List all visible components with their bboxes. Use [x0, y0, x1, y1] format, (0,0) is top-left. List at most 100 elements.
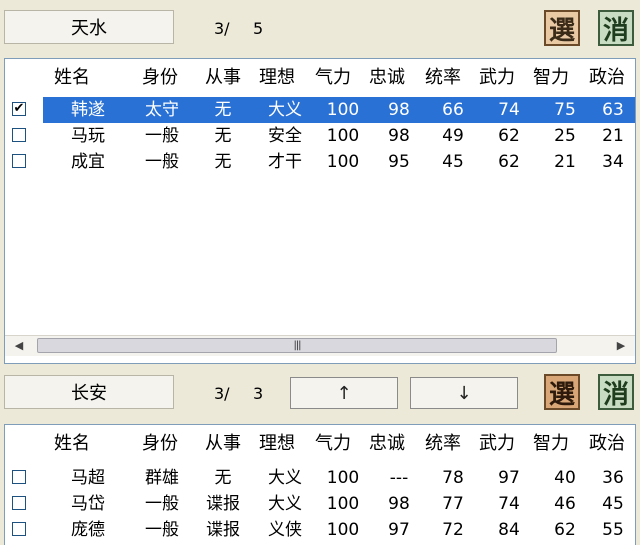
- cell-status: 群雄: [145, 468, 179, 488]
- cell-war: 62: [498, 152, 520, 172]
- cell-name: 马玩: [71, 126, 105, 146]
- cell-loyalty: ---: [389, 468, 409, 488]
- header-intelligence[interactable]: 智力: [525, 59, 577, 97]
- header-war[interactable]: 武力: [471, 59, 523, 97]
- cell-loyalty: 98: [388, 100, 410, 120]
- cell-name: 庞德: [71, 520, 105, 540]
- header-power[interactable]: 气力: [307, 59, 359, 97]
- cell-ideal: 大义: [268, 100, 302, 120]
- row-checkbox[interactable]: [12, 154, 26, 168]
- header-intelligence[interactable]: 智力: [525, 425, 577, 463]
- cell-leadership: 45: [442, 152, 464, 172]
- cell-intelligence: 40: [554, 468, 576, 488]
- header-status[interactable]: 身份: [131, 59, 189, 97]
- cell-politics: 36: [602, 468, 624, 488]
- table-row[interactable]: 马玩 一般 无 安全 100 98 49 62 25 21: [5, 123, 635, 149]
- cell-politics: 63: [602, 100, 624, 120]
- header-loyalty[interactable]: 忠诚: [361, 59, 413, 97]
- cell-leadership: 77: [442, 494, 464, 514]
- top-select-label: 選: [548, 15, 575, 46]
- header-politics[interactable]: 政治: [581, 425, 633, 463]
- bottom-cancel-label: 消: [602, 379, 629, 410]
- header-job[interactable]: 从事: [197, 425, 249, 463]
- bottom-counter-current: 3/: [214, 384, 230, 403]
- bottom-counter-total: 3: [253, 384, 264, 403]
- header-power[interactable]: 气力: [307, 425, 359, 463]
- cell-loyalty: 98: [388, 126, 410, 146]
- top-officer-list[interactable]: 姓名 身份 从事 理想 气力 忠诚 统率 武力 智力 政治 ✔ 韩遂 太守 无 …: [4, 58, 636, 364]
- row-checkbox[interactable]: [12, 496, 26, 510]
- header-ideal[interactable]: 理想: [251, 59, 303, 97]
- up-arrow-icon: ↑: [336, 382, 352, 404]
- top-counter-total: 5: [253, 19, 264, 38]
- header-name[interactable]: 姓名: [43, 425, 101, 463]
- cell-intelligence: 62: [554, 520, 576, 540]
- cell-ideal: 才干: [268, 152, 302, 172]
- table-row[interactable]: ✔ 韩遂 太守 无 大义 100 98 66 74 75 63: [5, 97, 635, 123]
- bottom-select-label: 選: [548, 379, 575, 410]
- cell-ideal: 大义: [268, 468, 302, 488]
- cell-ideal: 义侠: [268, 520, 302, 540]
- cell-politics: 45: [602, 494, 624, 514]
- header-ideal[interactable]: 理想: [251, 425, 303, 463]
- top-cancel-label: 消: [602, 15, 629, 46]
- cell-job: 谍报: [206, 494, 240, 514]
- cell-status: 一般: [145, 126, 179, 146]
- table-row[interactable]: 马岱 一般 谍报 大义 100 98 77 74 46 45: [5, 491, 635, 517]
- cell-war: 97: [498, 468, 520, 488]
- scroll-right-icon[interactable]: ▶: [611, 336, 631, 356]
- scroll-left-icon[interactable]: ◀: [9, 336, 29, 356]
- cell-job: 无: [214, 100, 232, 120]
- cell-war: 74: [498, 494, 520, 514]
- header-loyalty[interactable]: 忠诚: [361, 425, 413, 463]
- cell-leadership: 66: [442, 100, 464, 120]
- header-leadership[interactable]: 统率: [417, 59, 469, 97]
- row-checkbox[interactable]: [12, 470, 26, 484]
- cell-power: 100: [326, 494, 360, 514]
- cell-ideal: 大义: [268, 494, 302, 514]
- header-status[interactable]: 身份: [131, 425, 189, 463]
- row-checkbox[interactable]: [12, 128, 26, 142]
- cell-intelligence: 25: [554, 126, 576, 146]
- top-city-name: 天水: [71, 18, 107, 39]
- cell-name: 成宜: [71, 152, 105, 172]
- cell-name: 马岱: [71, 494, 105, 514]
- cell-status: 一般: [145, 494, 179, 514]
- cell-war: 62: [498, 126, 520, 146]
- header-job[interactable]: 从事: [197, 59, 249, 97]
- header-leadership[interactable]: 统率: [417, 425, 469, 463]
- top-cancel-button[interactable]: 消: [598, 10, 634, 46]
- cell-politics: 55: [602, 520, 624, 540]
- row-checkbox[interactable]: [12, 522, 26, 536]
- table-row[interactable]: 成宜 一般 无 才干 100 95 45 62 21 34: [5, 149, 635, 175]
- cell-status: 一般: [145, 520, 179, 540]
- bottom-select-button[interactable]: 選: [544, 374, 580, 410]
- cell-politics: 21: [602, 126, 624, 146]
- top-select-button[interactable]: 選: [544, 10, 580, 46]
- header-politics[interactable]: 政治: [581, 59, 633, 97]
- cell-loyalty: 98: [388, 494, 410, 514]
- cell-intelligence: 21: [554, 152, 576, 172]
- bottom-officer-list[interactable]: 姓名 身份 从事 理想 气力 忠诚 统率 武力 智力 政治 马超 群雄 无 大义…: [4, 424, 636, 545]
- horizontal-scrollbar[interactable]: ◀ ||| ▶: [5, 335, 635, 356]
- cell-war: 84: [498, 520, 520, 540]
- table-row[interactable]: 庞德 一般 谍报 义侠 100 97 72 84 62 55: [5, 517, 635, 543]
- bottom-cancel-button[interactable]: 消: [598, 374, 634, 410]
- cell-name: 马超: [71, 468, 105, 488]
- cell-status: 太守: [145, 100, 179, 120]
- cell-politics: 34: [602, 152, 624, 172]
- cell-job: 无: [214, 126, 232, 146]
- move-up-button[interactable]: ↑: [290, 377, 398, 409]
- cell-job: 谍报: [206, 520, 240, 540]
- cell-loyalty: 97: [388, 520, 410, 540]
- cell-intelligence: 75: [554, 100, 576, 120]
- scroll-thumb[interactable]: |||: [37, 338, 557, 353]
- table-row[interactable]: 马超 群雄 无 大义 100 --- 78 97 40 36: [5, 465, 635, 491]
- row-checkbox[interactable]: ✔: [12, 102, 26, 116]
- cell-leadership: 49: [442, 126, 464, 146]
- cell-job: 无: [214, 152, 232, 172]
- header-name[interactable]: 姓名: [43, 59, 101, 97]
- move-down-button[interactable]: ↓: [410, 377, 518, 409]
- down-arrow-icon: ↓: [456, 382, 472, 404]
- header-war[interactable]: 武力: [471, 425, 523, 463]
